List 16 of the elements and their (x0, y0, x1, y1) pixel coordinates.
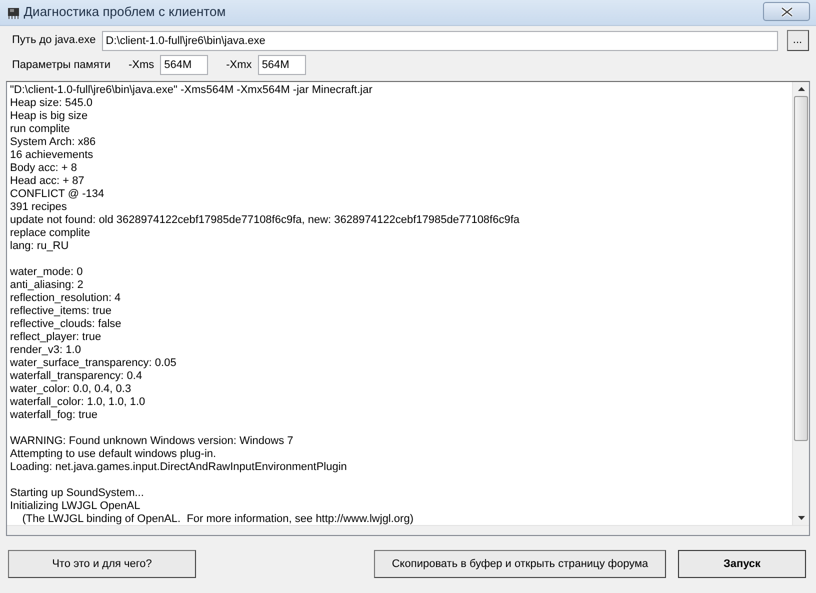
log-text: "D:\client-1.0-full\jre6\bin\java.exe" -Xms564M -Xmx564M -jar Minecraft.jar Heap size: 545.0 Heap is big size run complite System Arch: x86 16 achievements Body acc: + 8 Head acc: + 87 CONFLICT @ -134 391 recipes update not found: old 3628974122cebf17985de77108f6c9fa, new: 3628974122cebf17985de77108f6c9fa replace complite lang: ru_RU water_mode: 0 anti_aliasing: 2 reflection_resolution: 4 reflective_items: true reflective_clouds: false reflect_player: true render_v3: 1.0 water_surface_transparency: 0.05 waterfall_transparency: 0.4 water_color: 0.0, 0.4, 0.3 waterfall_color: 1.0, 1.0, 1.0 waterfall_fog: true WARNING: Found unknown Windows version: Windows 7 Attempting to use default windows plug-in. Loading: net.java.games.input.DirectAndRawInputEnvironmentPlugin Starting up SoundSystem... Initializing LWJGL OpenAL (The LWJGL binding of OpenAL. For more information, see http://www.lwjgl.org) (9, 83, 521, 526)
action-button[interactable]: Запуск (678, 550, 806, 578)
memory-option-label: -Xms (128, 58, 154, 73)
memory-field[interactable]: 564M (160, 55, 208, 75)
app-icon (6, 5, 21, 19)
action-button[interactable]: Что это и для чего? (8, 550, 196, 578)
window-title: Диагностика проблем с клиентом (24, 3, 226, 22)
memory-label: Параметры памяти (12, 58, 110, 73)
action-button[interactable]: Скопировать в буфер и открыть страницу форума (374, 550, 666, 578)
memory-field[interactable]: 564M (258, 55, 306, 75)
memory-option-label: -Xmx (226, 58, 252, 73)
close-icon (780, 6, 792, 16)
java-path-field[interactable]: D:\client-1.0-full\jre6\bin\java.exe (102, 30, 778, 50)
close-button[interactable] (763, 2, 810, 21)
java-path-label: Путь до java.exe (12, 33, 96, 48)
browse-button[interactable]: ... (786, 30, 808, 51)
